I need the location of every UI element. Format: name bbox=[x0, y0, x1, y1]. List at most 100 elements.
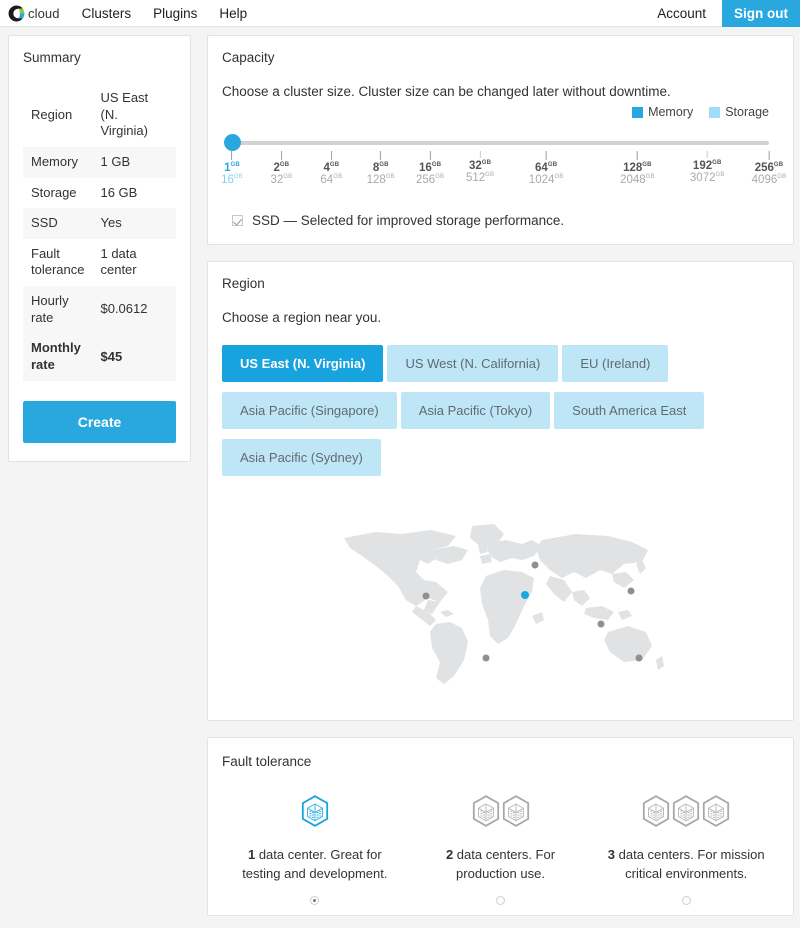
region-button-us-west-n-california[interactable]: US West (N. California) bbox=[387, 345, 559, 382]
fault-tolerance-option-3[interactable]: 3 data centers. For mission critical env… bbox=[593, 791, 779, 906]
data-center-cube-icon bbox=[301, 795, 328, 827]
brand-logo[interactable]: cloud bbox=[8, 5, 60, 22]
top-bar-right: Account Sign out bbox=[657, 0, 800, 27]
fault-tolerance-radio-3[interactable] bbox=[681, 896, 691, 906]
ap-tokyo-pin[interactable] bbox=[627, 587, 635, 595]
slider-tick-mark bbox=[330, 151, 332, 160]
table-row: Region US East (N. Virginia) bbox=[23, 83, 176, 147]
slider-tick-storage-label: 3072GB bbox=[689, 172, 725, 184]
slider-tick-storage-label: 512GB bbox=[465, 172, 495, 184]
world-map bbox=[336, 520, 666, 688]
create-button[interactable]: Create bbox=[23, 400, 176, 443]
fault-tolerance-description: 3 data centers. For mission critical env… bbox=[607, 847, 765, 882]
data-center-cube-icon bbox=[472, 795, 499, 827]
region-button-asia-pacific-singapore[interactable]: Asia Pacific (Singapore) bbox=[222, 392, 397, 429]
ap-singapore-pin[interactable] bbox=[597, 620, 605, 628]
fault-tolerance-option-1[interactable]: 1 data center. Great for testing and dev… bbox=[222, 791, 408, 906]
ssd-option-row[interactable]: SSD — Selected for improved storage perf… bbox=[232, 213, 779, 228]
slider-tick-64[interactable]: 64GB 1024GB bbox=[529, 151, 564, 186]
slider-tick-memory-label: 4GB bbox=[323, 162, 340, 174]
region-button-row: US East (N. Virginia) US West (N. Califor… bbox=[222, 345, 779, 382]
slider-tick-memory-label: 2GB bbox=[273, 162, 290, 174]
fault-tolerance-radio-1[interactable] bbox=[310, 896, 320, 906]
region-button-row: Asia Pacific (Singapore) Asia Pacific (To… bbox=[222, 392, 779, 429]
data-center-icons bbox=[601, 791, 771, 831]
slider-tick-128[interactable]: 128GB 2048GB bbox=[620, 151, 655, 186]
data-center-cube-icon bbox=[643, 795, 670, 827]
slider-track[interactable] bbox=[232, 141, 769, 145]
nav-item-clusters[interactable]: Clusters bbox=[82, 6, 132, 21]
slider-tick-192[interactable]: 192GB 3072GB bbox=[690, 151, 725, 184]
capacity-card: Capacity Choose a cluster size. Cluster … bbox=[207, 35, 794, 245]
region-card: Region Choose a region near you. US East… bbox=[207, 261, 794, 721]
slider-tick-mark bbox=[545, 151, 547, 160]
region-button-asia-pacific-sydney[interactable]: Asia Pacific (Sydney) bbox=[222, 439, 381, 476]
data-center-icons bbox=[416, 791, 586, 831]
slider-tick-mark bbox=[768, 151, 770, 160]
ap-sydney-pin[interactable] bbox=[635, 654, 643, 662]
slider-tick-16[interactable]: 16GB 256GB bbox=[416, 151, 444, 186]
eu-ireland-pin[interactable] bbox=[531, 561, 539, 569]
summary-key-fault-tolerance: Fault tolerance bbox=[31, 245, 85, 278]
us-east-pin[interactable] bbox=[521, 590, 530, 599]
slider-tick-memory-label: 64GB bbox=[535, 162, 558, 174]
legend-label-storage: Storage bbox=[725, 105, 769, 119]
nav-item-help[interactable]: Help bbox=[219, 6, 247, 21]
slider-tick-memory-label: 128GB bbox=[623, 162, 652, 174]
summary-value-memory: 1 GB bbox=[92, 146, 176, 178]
fault-tolerance-card: Fault tolerance 1 data center. Great for… bbox=[207, 737, 794, 917]
slider-tick-memory-label: 192GB bbox=[692, 160, 722, 172]
slider-tick-memory-label: 32GB bbox=[468, 160, 492, 172]
data-center-icons bbox=[230, 791, 400, 831]
slider-tick-1[interactable]: 1GB 16GB bbox=[221, 151, 243, 186]
slider-tick-2[interactable]: 2GB 32GB bbox=[270, 151, 292, 186]
nav-item-plugins[interactable]: Plugins bbox=[153, 6, 197, 21]
summary-value-storage: 16 GB bbox=[100, 184, 138, 200]
slider-tick-mark bbox=[380, 151, 382, 160]
summary-key-storage: Storage bbox=[31, 184, 77, 200]
slider-tick-storage-label: 16GB bbox=[221, 174, 243, 186]
slider-handle[interactable] bbox=[224, 134, 241, 151]
legend-swatch-memory bbox=[632, 106, 644, 118]
slider-tick-storage-label: 32GB bbox=[270, 174, 293, 186]
fault-tolerance-title: Fault tolerance bbox=[222, 754, 312, 769]
table-row: SSD Yes bbox=[23, 208, 176, 239]
region-button-south-america-east[interactable]: South America East bbox=[554, 392, 705, 429]
fault-tolerance-radio-2[interactable] bbox=[496, 896, 505, 906]
slider-tick-storage-label: 64GB bbox=[320, 174, 343, 186]
fault-tolerance-option-2[interactable]: 2 data centers. For production use. bbox=[408, 791, 594, 906]
summary-key-memory: Memory bbox=[23, 146, 93, 178]
ssd-checkbox[interactable] bbox=[232, 215, 243, 226]
slider-tick-32[interactable]: 32GB 512GB bbox=[466, 151, 494, 184]
capacity-slider[interactable]: 1GB 16GB 2GB 32GB 4GB 64GB 8GB 128GB 16GB 256GB 32… bbox=[221, 131, 786, 193]
region-button-eu-ireland[interactable]: EU (Ireland) bbox=[562, 345, 669, 382]
table-row: Fault tolerance 1 data center bbox=[23, 239, 176, 286]
capacity-subtitle: Choose a cluster size. Cluster size can … bbox=[222, 84, 671, 99]
region-button-us-east-n-virginia[interactable]: US East (N. Virginia) bbox=[222, 345, 384, 382]
slider-tick-8[interactable]: 8GB 128GB bbox=[367, 151, 395, 186]
account-link[interactable]: Account bbox=[657, 6, 722, 21]
region-button-group: US East (N. Virginia) US West (N. Califor… bbox=[222, 345, 779, 476]
main-content: Capacity Choose a cluster size. Cluster … bbox=[199, 27, 800, 924]
us-west-pin[interactable] bbox=[422, 592, 430, 600]
table-row: Storage 16 GB bbox=[23, 178, 176, 209]
sign-out-button[interactable]: Sign out bbox=[722, 0, 800, 27]
main-nav: Clusters Plugins Help bbox=[82, 6, 248, 21]
slider-tick-mark bbox=[479, 151, 481, 158]
slider-tick-4[interactable]: 4GB 64GB bbox=[320, 151, 342, 186]
fault-tolerance-description: 2 data centers. For production use. bbox=[445, 847, 556, 882]
slider-tick-256[interactable]: 256GB 4096GB bbox=[752, 151, 787, 186]
capacity-title: Capacity bbox=[222, 50, 275, 65]
region-button-asia-pacific-tokyo[interactable]: Asia Pacific (Tokyo) bbox=[400, 392, 551, 429]
summary-value-region: US East (N. Virginia) bbox=[100, 90, 149, 139]
sa-east-pin[interactable] bbox=[482, 654, 490, 662]
cloud-c-logo-icon bbox=[8, 5, 25, 21]
slider-tick-memory-label: 1GB bbox=[224, 162, 240, 174]
legend-item-memory: Memory bbox=[632, 105, 693, 119]
legend-swatch-storage bbox=[709, 106, 721, 118]
region-title: Region bbox=[222, 276, 265, 291]
sidebar: Summary Region US East (N. Virginia) Mem… bbox=[0, 27, 199, 470]
slider-tick-mark bbox=[636, 151, 638, 160]
slider-tick-storage-label: 1024GB bbox=[528, 174, 564, 186]
slider-tick-mark bbox=[231, 151, 233, 160]
